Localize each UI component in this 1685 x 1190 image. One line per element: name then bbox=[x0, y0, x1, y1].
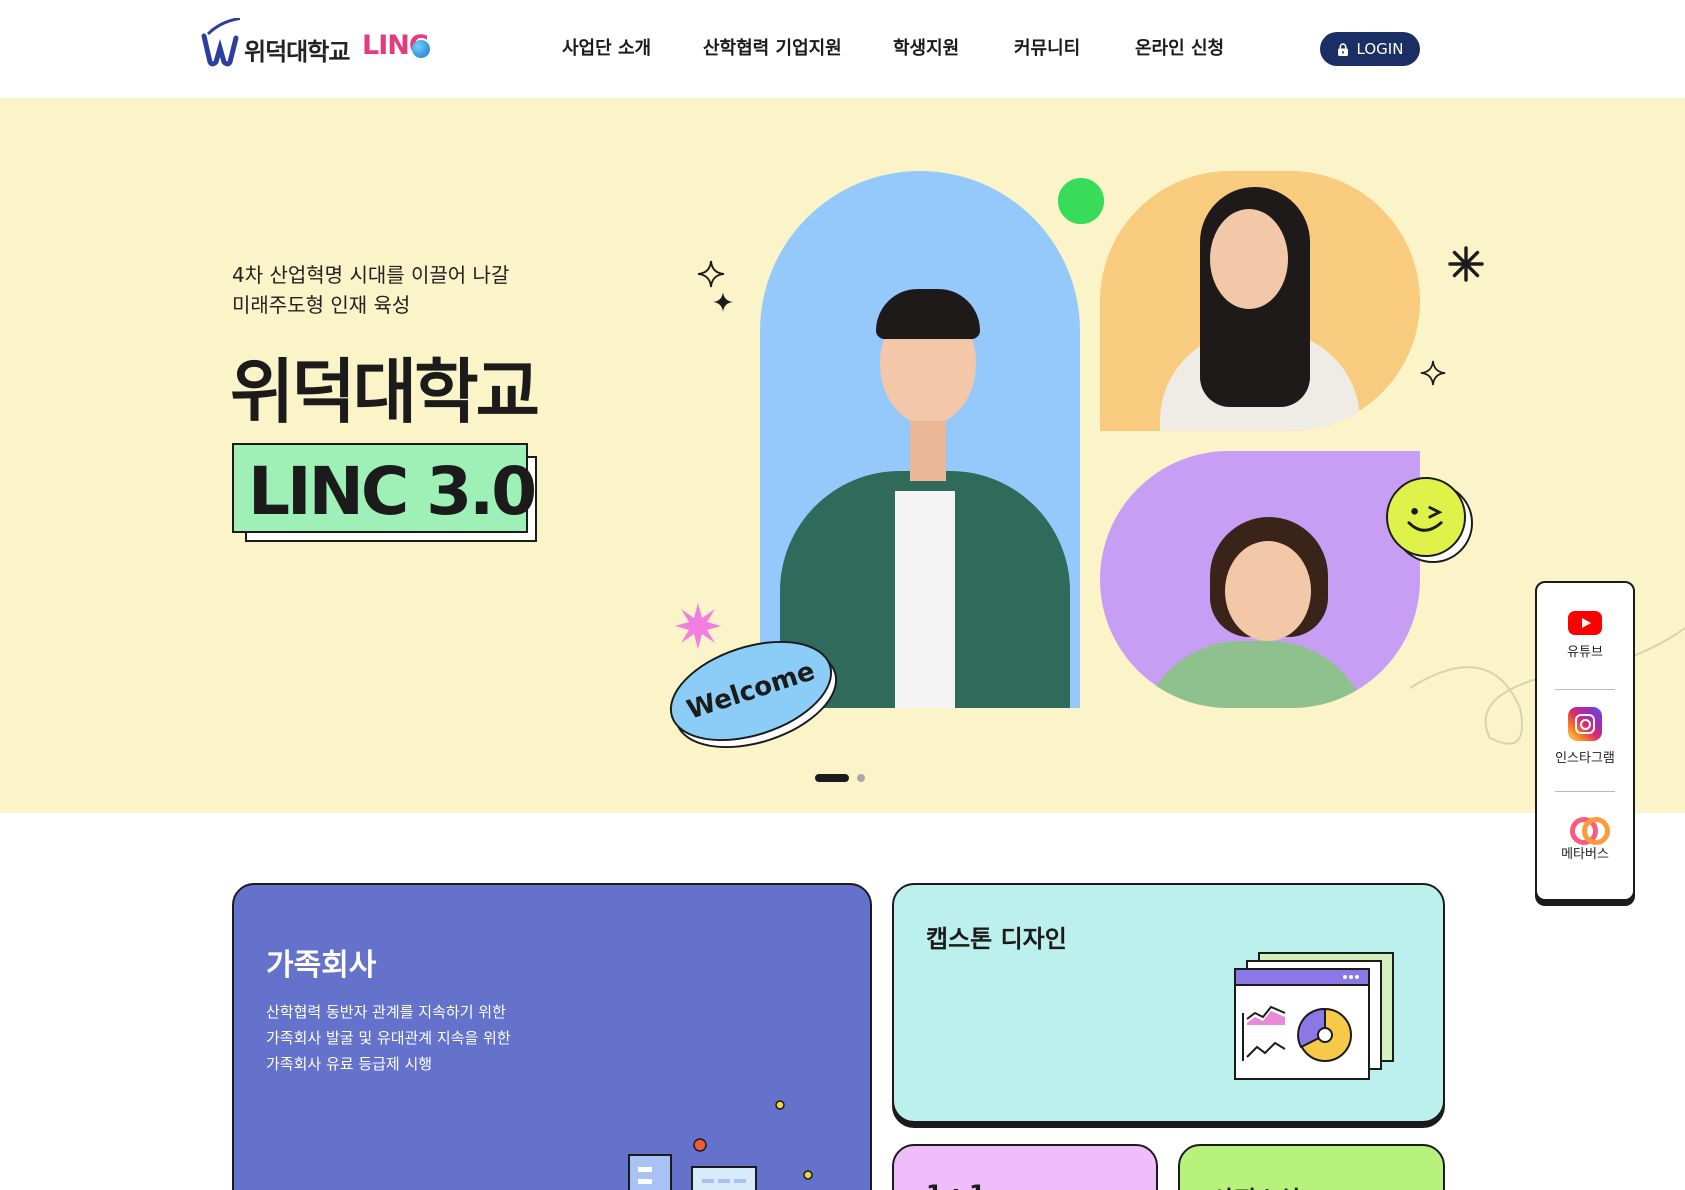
divider bbox=[1555, 689, 1615, 690]
green-flower-shape bbox=[1058, 178, 1104, 224]
login-button[interactable]: LOGIN bbox=[1320, 32, 1420, 66]
capstone-card-title: 캡스톤 디자인 bbox=[926, 925, 1067, 953]
lock-icon bbox=[1337, 42, 1348, 56]
hero-subtitle-line1: 4차 산업혁명 시대를 이끌어 나갈 bbox=[232, 263, 510, 287]
quick-link-instagram[interactable]: 인스타그램 bbox=[1537, 707, 1633, 766]
face bbox=[1210, 209, 1288, 309]
hero-photo-male-student bbox=[760, 171, 1080, 708]
quick-link-metaverse[interactable]: 메타버스 bbox=[1537, 815, 1633, 862]
photo-news-card[interactable]: 사진소식 bbox=[1178, 1144, 1445, 1190]
page: 위덕대학교 LINC 사업단 소개 산학협력 기업지원 학생지원 커뮤니티 온라… bbox=[0, 0, 1685, 1190]
quick-link-label: 메타버스 bbox=[1561, 847, 1609, 862]
pink-card-title: 1 : 1 bbox=[926, 1180, 986, 1190]
one-on-one-card[interactable]: 1 : 1 bbox=[892, 1144, 1158, 1190]
hero-subtitle-line2: 미래주도형 인재 육성 bbox=[232, 293, 411, 317]
nav-item-about[interactable]: 사업단 소개 bbox=[562, 34, 651, 60]
hero-photo-female-student-2 bbox=[1100, 451, 1420, 708]
sparkle-outline-icon bbox=[697, 260, 725, 288]
nav-item-student-support[interactable]: 학생지원 bbox=[893, 34, 959, 60]
globe-icon bbox=[412, 40, 430, 58]
quick-links-panel: 유튜브 인스타그램 메타버스 bbox=[1535, 581, 1635, 901]
winking-smiley-icon bbox=[1386, 477, 1466, 557]
quick-link-label: 유튜브 bbox=[1567, 645, 1603, 660]
family-card-description: 산학협력 동반자 관계를 지속하기 위한 가족회사 발굴 및 유대관계 지속을 … bbox=[266, 999, 511, 1077]
neck bbox=[910, 421, 946, 481]
hero-photo-female-student-1 bbox=[1100, 171, 1420, 431]
pink-starburst-icon bbox=[675, 603, 721, 649]
hero-banner: 4차 산업혁명 시대를 이끌어 나갈 미래주도형 인재 육성 위덕대학교 LIN… bbox=[0, 98, 1685, 813]
family-company-card[interactable]: 가족회사 산학협력 동반자 관계를 지속하기 위한 가족회사 발굴 및 유대관계… bbox=[232, 883, 872, 1190]
face bbox=[1225, 541, 1311, 641]
sweater bbox=[1140, 641, 1370, 708]
nav-item-community[interactable]: 커뮤니티 bbox=[1014, 34, 1080, 60]
family-desc-line2: 가족회사 발굴 및 유대관계 지속을 위한 bbox=[266, 1029, 511, 1047]
quick-link-youtube[interactable]: 유튜브 bbox=[1537, 611, 1633, 660]
nav-item-online-apply[interactable]: 온라인 신청 bbox=[1135, 34, 1224, 60]
instagram-icon bbox=[1568, 707, 1602, 741]
site-header: 위덕대학교 LINC 사업단 소개 산학협력 기업지원 학생지원 커뮤니티 온라… bbox=[0, 0, 1685, 98]
carousel-dot-2[interactable] bbox=[857, 774, 865, 782]
metaverse-icon bbox=[1568, 815, 1610, 845]
family-desc-line3: 가족회사 유료 등급제 시행 bbox=[266, 1055, 433, 1073]
university-emblem-icon bbox=[201, 18, 240, 67]
hero-subtitle: 4차 산업혁명 시대를 이끌어 나갈 미래주도형 인재 육성 bbox=[232, 260, 509, 320]
linc-badge-text: LINC 3.0 bbox=[248, 453, 537, 530]
analytics-dashboard-illustration bbox=[1234, 952, 1394, 1080]
login-label: LOGIN bbox=[1356, 40, 1404, 58]
family-card-title: 가족회사 bbox=[266, 948, 377, 983]
hair bbox=[876, 289, 980, 339]
divider bbox=[1555, 791, 1615, 792]
nav-item-industry-support[interactable]: 산학협력 기업지원 bbox=[703, 34, 842, 60]
family-desc-line1: 산학협력 동반자 관계를 지속하기 위한 bbox=[266, 1003, 506, 1021]
linc-badge: LINC 3.0 bbox=[232, 443, 537, 533]
quick-link-label: 인스타그램 bbox=[1555, 751, 1615, 766]
carousel-dot-1[interactable] bbox=[815, 774, 849, 782]
asterisk-icon bbox=[1448, 246, 1484, 282]
youtube-icon bbox=[1568, 611, 1602, 635]
carousel-pagination bbox=[815, 774, 865, 782]
welcome-text: Welcome bbox=[683, 656, 819, 726]
sparkle-outline-small-icon bbox=[1420, 360, 1446, 386]
sparkle-filled-icon bbox=[713, 292, 733, 312]
hero-title: 위덕대학교 bbox=[230, 351, 540, 433]
capstone-design-card[interactable]: 캡스톤 디자인 bbox=[892, 883, 1445, 1123]
green-card-title: 사진소식 bbox=[1212, 1180, 1300, 1190]
logo-university-name: 위덕대학교 bbox=[244, 38, 350, 66]
buildings-illustration bbox=[628, 1100, 813, 1190]
tshirt bbox=[895, 491, 955, 708]
